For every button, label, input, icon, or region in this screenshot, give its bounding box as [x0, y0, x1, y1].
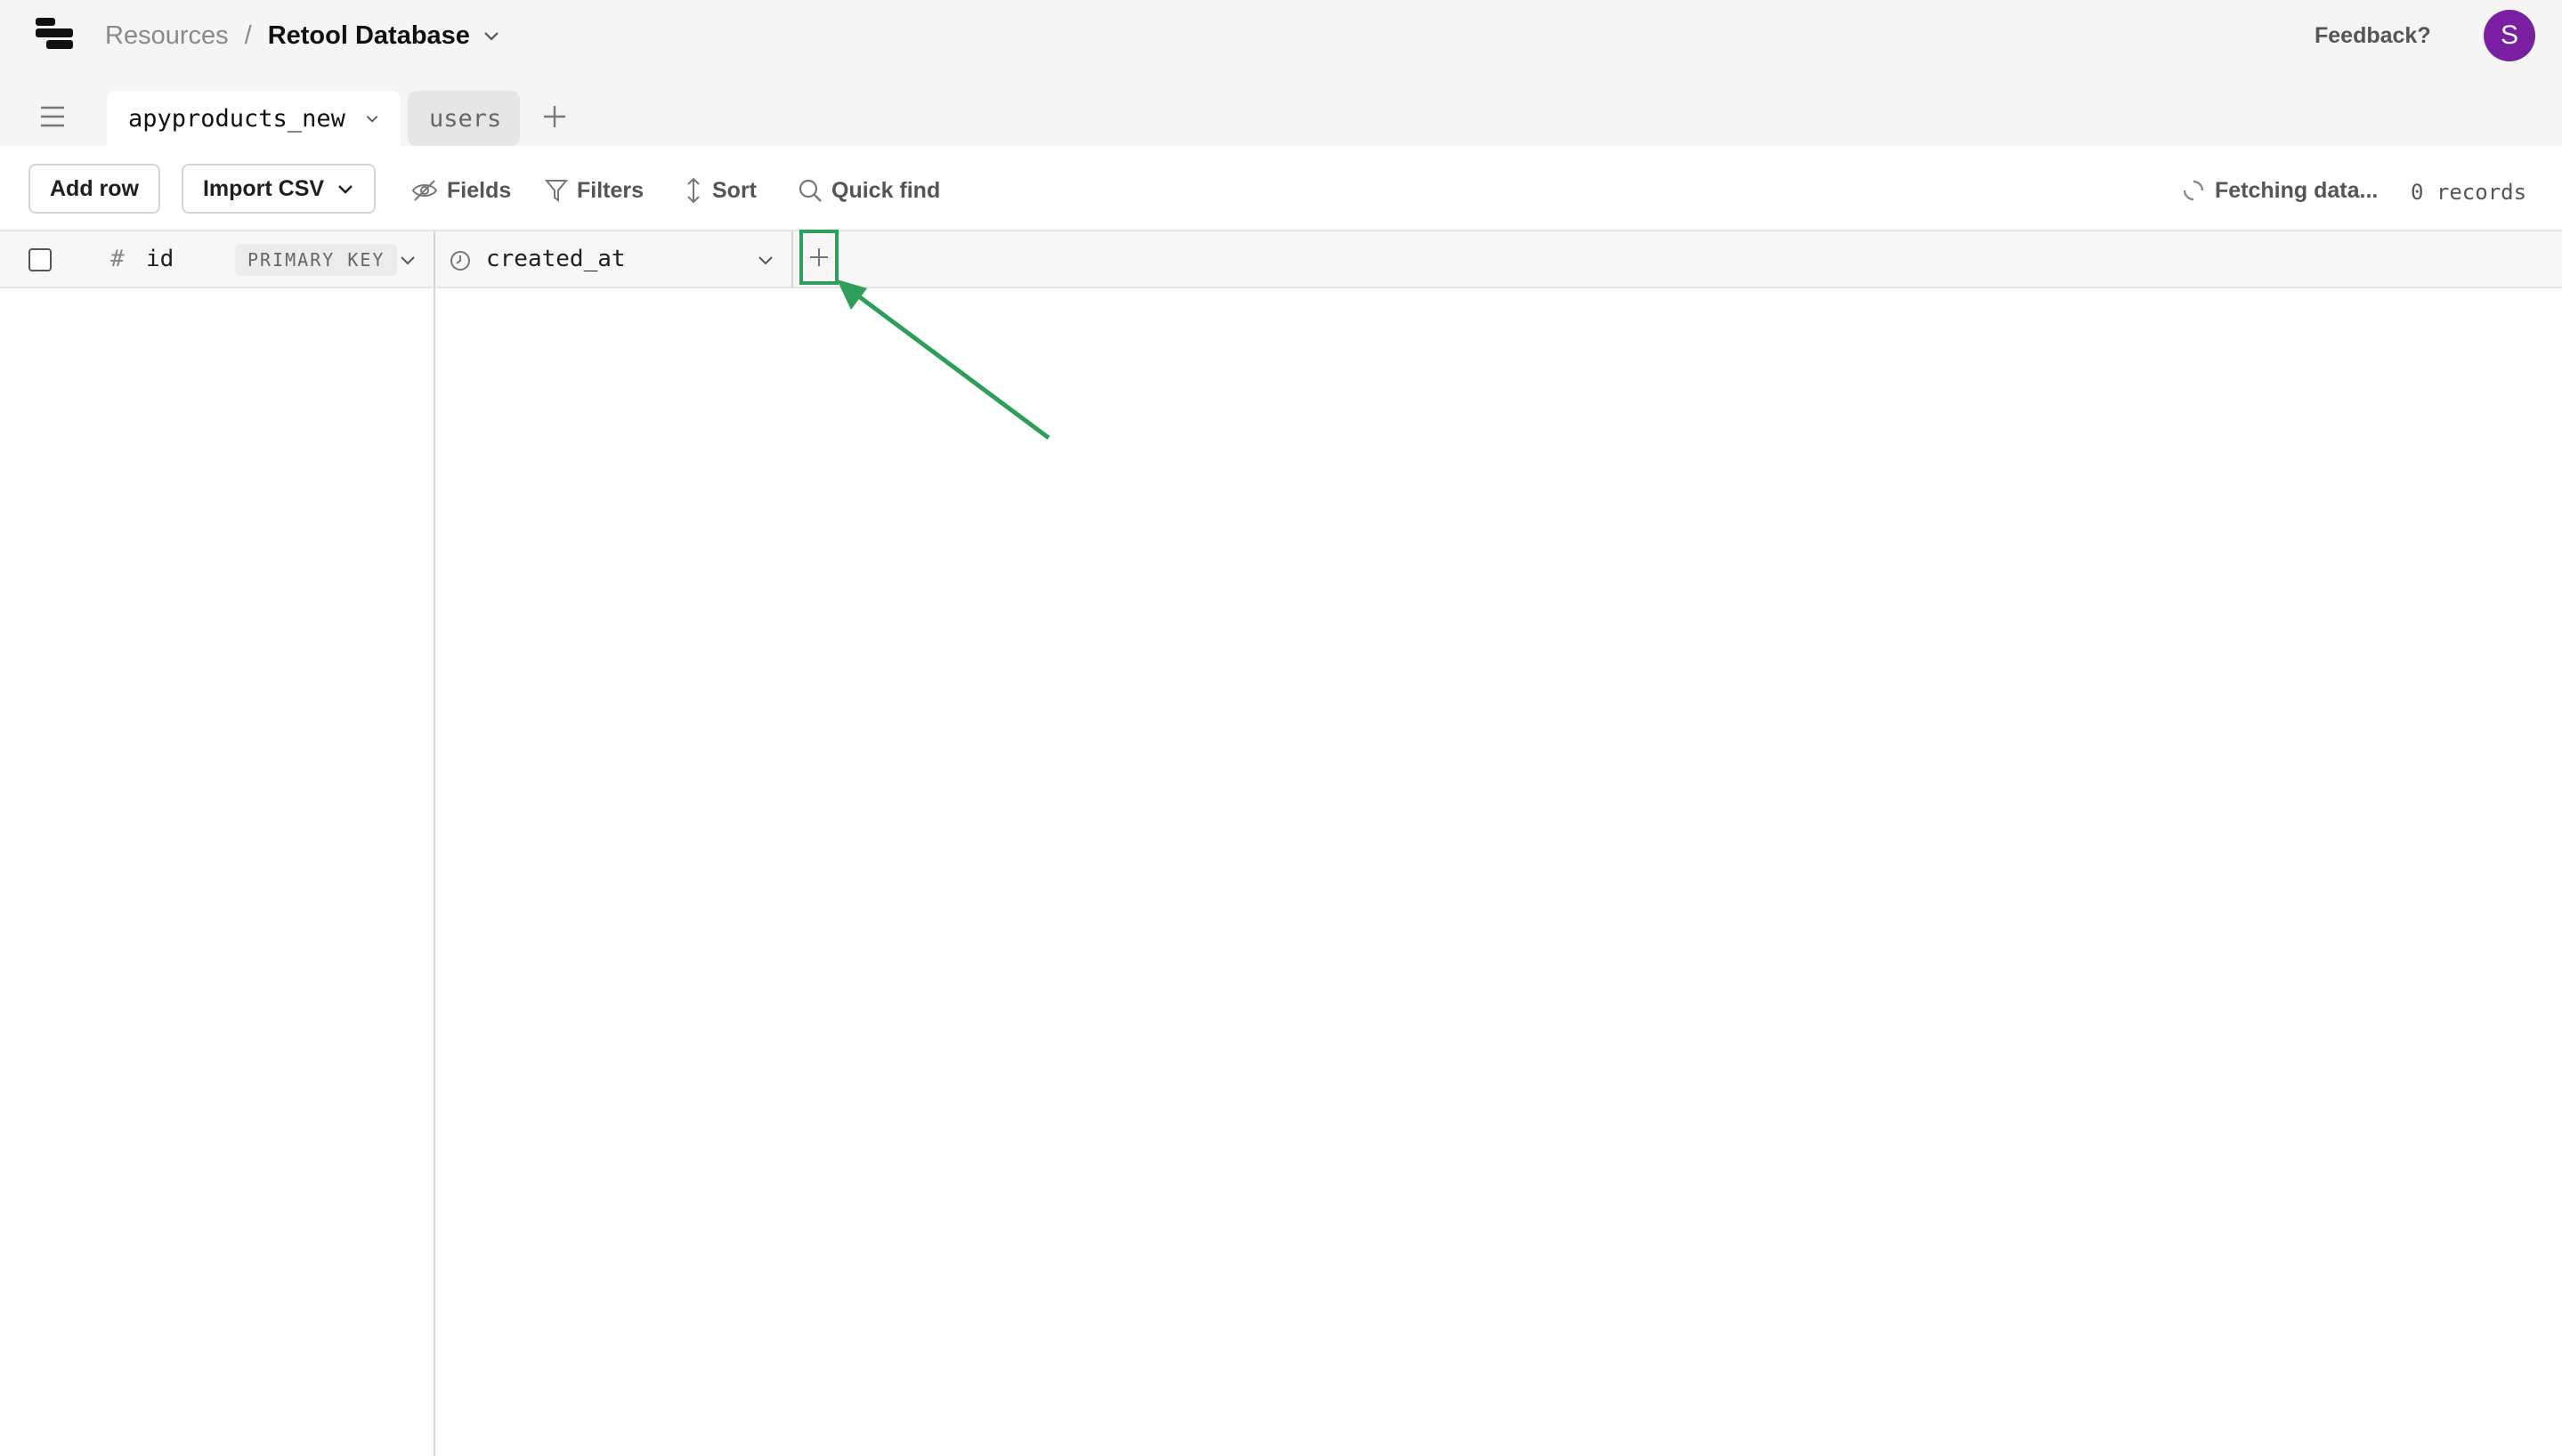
column-header-created-at[interactable]: created_at	[486, 246, 626, 272]
menu-icon[interactable]	[39, 105, 66, 128]
chevron-down-icon[interactable]	[399, 251, 417, 269]
chevron-down-icon	[338, 185, 353, 194]
tab-label: users	[429, 104, 502, 133]
chevron-down-icon[interactable]	[365, 109, 379, 127]
tab-apyproducts-new[interactable]: apyproducts_new	[107, 91, 401, 146]
import-csv-button[interactable]: Import CSV	[182, 164, 376, 214]
sort-button[interactable]: Sort	[684, 176, 757, 205]
import-csv-label: Import CSV	[202, 175, 325, 201]
breadcrumb-resources-link[interactable]: Resources	[105, 21, 229, 51]
sort-arrows-icon	[687, 177, 700, 204]
sort-label: Sort	[712, 177, 757, 203]
primary-key-badge: PRIMARY KEY	[235, 244, 398, 276]
chevron-down-icon[interactable]	[757, 251, 774, 269]
breadcrumb-separator: /	[244, 20, 252, 50]
column-divider[interactable]	[791, 231, 793, 288]
quick-find-label: Quick find	[831, 177, 941, 203]
select-all-checkbox[interactable]	[28, 248, 52, 271]
fields-button[interactable]: Fields	[411, 176, 511, 205]
grid-body	[0, 288, 2562, 1456]
filters-button[interactable]: Filters	[545, 176, 644, 205]
toolbar: Add row Import CSV Fields Filters Sort Q…	[0, 146, 2562, 231]
fetching-status-label: Fetching data...	[2215, 177, 2379, 203]
hash-icon: #	[110, 246, 125, 272]
plus-icon	[810, 248, 828, 266]
add-row-button[interactable]: Add row	[28, 164, 160, 214]
breadcrumb-current[interactable]: Retool Database	[268, 21, 470, 51]
search-icon	[799, 179, 822, 202]
top-bar: Resources / Retool Database Feedback? S	[0, 0, 2562, 71]
avatar[interactable]: S	[2484, 10, 2535, 61]
chevron-down-icon[interactable]	[482, 27, 500, 44]
column-divider[interactable]	[434, 231, 435, 288]
tab-label: apyproducts_new	[128, 104, 345, 133]
table-tabs-bar: apyproducts_new users	[0, 71, 2562, 146]
eye-slash-icon	[411, 180, 438, 201]
filter-funnel-icon	[545, 180, 568, 202]
feedback-link[interactable]: Feedback?	[2315, 23, 2431, 49]
breadcrumb: Resources / Retool Database	[105, 18, 500, 53]
quick-find-button[interactable]: Quick find	[798, 176, 940, 205]
column-divider	[434, 288, 435, 1456]
annotation-arrow-icon	[837, 279, 1050, 441]
filters-label: Filters	[577, 177, 645, 203]
records-count: 0 records	[2411, 180, 2527, 205]
loading-spinner-icon	[2183, 180, 2204, 201]
fields-label: Fields	[447, 177, 512, 203]
column-header-id[interactable]: id	[146, 246, 174, 272]
clock-icon	[450, 251, 470, 271]
add-table-plus-icon[interactable]	[541, 103, 568, 130]
tab-users[interactable]: users	[408, 91, 520, 146]
grid-header: # id PRIMARY KEY created_at	[0, 230, 2562, 288]
fetching-status: Fetching data...	[2183, 176, 2378, 205]
retool-logo-icon[interactable]	[36, 18, 73, 50]
